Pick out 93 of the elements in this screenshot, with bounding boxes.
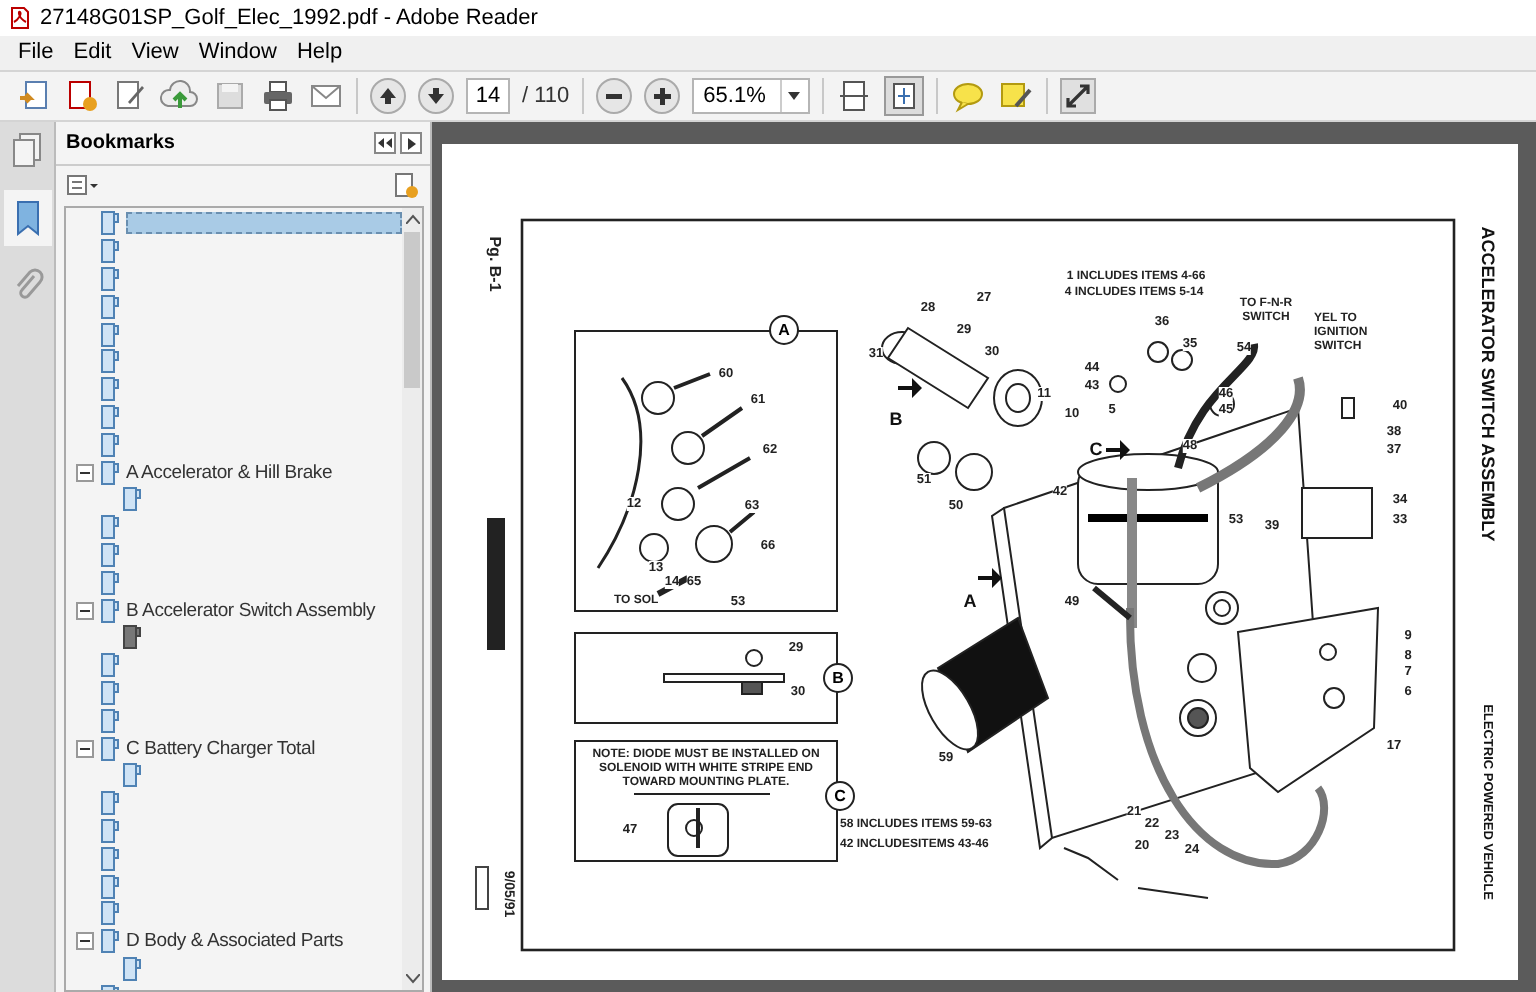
plus-icon xyxy=(651,86,672,106)
bookmark-icon xyxy=(100,210,120,237)
logo-block xyxy=(487,518,505,650)
bookmark-icon xyxy=(100,431,120,458)
bookmark-icon xyxy=(100,541,120,568)
create-pdf-icon[interactable] xyxy=(64,78,100,114)
caret-icon xyxy=(788,92,801,100)
panel-title: Bookmarks xyxy=(66,130,175,158)
menu-item[interactable]: Window xyxy=(188,36,287,70)
pages-panel-icon[interactable] xyxy=(9,130,45,170)
view-label: B xyxy=(889,406,903,433)
bookmark-icon xyxy=(100,735,120,762)
pdf-file-icon xyxy=(8,6,32,30)
bookmark-settings-icon[interactable] xyxy=(392,172,420,200)
tree-toggle[interactable] xyxy=(76,601,94,620)
view-label: C xyxy=(1089,436,1103,463)
page-count: / 110 xyxy=(522,81,570,112)
bookmark-icon xyxy=(100,845,120,872)
right-arrow-icon xyxy=(407,137,415,149)
tree-toggle[interactable] xyxy=(76,932,94,951)
tree-toggle[interactable] xyxy=(76,739,94,758)
bookmark-icon xyxy=(100,459,120,486)
detail-marker: A xyxy=(769,315,799,345)
tree-toggle[interactable] xyxy=(76,463,94,482)
bookmark-icon xyxy=(100,900,120,927)
view-label: A xyxy=(963,588,977,615)
bookmark-icon xyxy=(100,403,120,430)
bookmark-icon xyxy=(100,238,120,265)
cloud-upload-icon[interactable] xyxy=(160,78,200,114)
up-arrow-icon xyxy=(378,86,398,106)
scroll-thumb[interactable] xyxy=(404,232,420,388)
detail-marker: C xyxy=(825,781,855,811)
page-label: Pg. B-1 xyxy=(484,236,506,292)
scroll-up-icon[interactable] xyxy=(405,214,419,224)
view-arrow-icon xyxy=(1106,440,1130,460)
bolt-rod-drawing xyxy=(663,649,785,695)
full-screen-icon[interactable] xyxy=(1059,78,1096,114)
bookmark-item[interactable]: D Body & Associated Parts xyxy=(126,930,402,953)
zoom-dropdown[interactable]: 65.1% xyxy=(691,78,810,114)
scroll-down-icon[interactable] xyxy=(405,974,419,984)
grommet-line-art xyxy=(1179,699,1217,737)
bookmark-icon xyxy=(100,569,120,596)
fit-width-icon[interactable] xyxy=(835,78,872,114)
fit-page-icon[interactable] xyxy=(883,76,924,116)
bookmark-icon xyxy=(100,265,120,292)
print-icon[interactable] xyxy=(260,78,296,114)
minus-icon xyxy=(80,467,90,478)
down-arrow-icon xyxy=(426,86,446,106)
zoom-out-button[interactable] xyxy=(595,78,632,114)
open-file-icon[interactable] xyxy=(16,78,52,114)
bookmark-icon xyxy=(100,348,120,375)
bookmark-icon xyxy=(100,321,120,348)
bookmark-icon xyxy=(100,873,120,900)
page-title: ACCELERATOR SWITCH ASSEMBLY xyxy=(1475,226,1500,542)
minus-icon xyxy=(80,936,90,947)
revision-stamp xyxy=(475,866,489,910)
bookmark-icon xyxy=(100,597,120,624)
window-title: 27148G01SP_Golf_Elec_1992.pdf - Adobe Reader xyxy=(40,3,538,34)
zoom-in-button[interactable] xyxy=(643,78,680,114)
double-left-arrow-icon xyxy=(378,138,392,148)
menu-item[interactable]: Edit xyxy=(63,36,122,70)
bookmark-icon xyxy=(100,293,120,320)
menu-item[interactable]: Help xyxy=(286,36,353,70)
previous-page-button[interactable] xyxy=(370,78,406,114)
view-arrow-icon xyxy=(898,378,922,398)
minus-icon xyxy=(80,743,90,754)
bookmark-item[interactable]: A Accelerator & Hill Brake xyxy=(126,461,402,484)
menu-item[interactable]: View xyxy=(121,36,189,70)
bookmark-item[interactable]: C Battery Charger Total xyxy=(126,737,402,760)
bookmark-icon xyxy=(100,817,120,844)
view-arrow-icon xyxy=(978,568,1002,588)
bookmark-icon xyxy=(100,790,120,817)
page-number-field[interactable]: 14 xyxy=(466,78,510,114)
bookmark-item[interactable] xyxy=(126,212,402,235)
scrollbar[interactable] xyxy=(402,208,422,990)
minus-icon xyxy=(80,605,90,616)
menu-item[interactable]: File xyxy=(8,36,64,70)
options-menu-icon[interactable] xyxy=(66,174,98,198)
collapse-panel-button[interactable] xyxy=(374,132,396,154)
paperclip-icon[interactable] xyxy=(11,266,43,302)
detail-marker: B xyxy=(823,663,853,693)
expand-panel-button[interactable] xyxy=(400,132,422,154)
diode-plate-drawing xyxy=(633,793,771,857)
bookmark-icon xyxy=(100,928,120,955)
bookmark-icon xyxy=(100,514,120,541)
bookmark-item[interactable]: B Accelerator Switch Assembly xyxy=(126,599,402,622)
next-page-button[interactable] xyxy=(418,78,454,114)
bookmark-icon xyxy=(100,679,120,706)
bookmark-icon xyxy=(100,376,120,403)
edit-document-icon[interactable] xyxy=(112,78,148,114)
bookmark-icon xyxy=(100,652,120,679)
bookmark-panel-icon[interactable] xyxy=(3,190,51,246)
bookmark-icon xyxy=(100,707,120,734)
